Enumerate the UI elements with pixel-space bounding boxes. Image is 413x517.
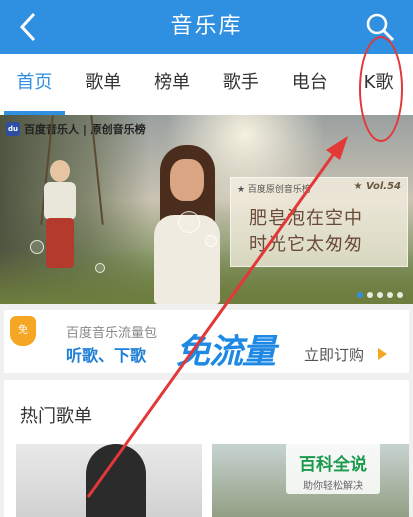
app-header: 音乐库 [0,0,413,54]
carousel-dot[interactable] [367,292,373,298]
sign-line-2: 时光它太匆匆 [249,234,363,255]
carousel-dot[interactable] [387,292,393,298]
order-now-link[interactable]: 立即订购 [304,344,364,365]
money-bag-icon: 免 [10,316,36,346]
sign-volume: ★ Vol.54 [353,181,401,192]
bubble [178,211,200,233]
brand-badge-icon: du [6,122,20,136]
carousel-indicator [357,292,403,298]
watermark-title: 百科全说 [299,455,367,475]
promo-text: 听歌、下歌 [66,346,147,365]
brand-logo: du 百度音乐人 | 原创音乐榜 [6,121,146,137]
promo-subtitle: 百度音乐流量包 [66,326,158,341]
bubble [95,263,105,273]
page-title: 音乐库 [170,14,243,39]
play-arrow-icon [378,348,387,360]
banner-sign: ★ 百度原创音乐榜 ★ Vol.54 肥皂泡在空中 时光它太匆匆 [230,177,408,267]
tab-karaoke[interactable]: K歌 [344,54,413,115]
search-button[interactable] [359,6,401,48]
tab-charts[interactable]: 榜单 [138,54,207,115]
bubble [30,240,44,254]
watermark-badge: 百科全说 助你轻松解决 [286,442,380,494]
sign-line-1: 肥皂泡在空中 [249,208,363,229]
promo-headline: 免流量 [176,332,276,372]
watermark-subtitle: 助你轻松解决 [303,481,363,492]
bubble [205,235,217,247]
boy-body [44,182,76,220]
playlist-card[interactable] [16,444,202,517]
boy-head [50,160,70,182]
tab-artists[interactable]: 歌手 [206,54,275,115]
boy-legs [46,218,74,268]
section-title: 热门歌单 [20,406,92,427]
category-tabs: 首页 歌单 榜单 歌手 电台 K歌 [0,54,413,115]
girl-face [170,159,204,201]
search-icon [366,13,395,42]
banner-carousel[interactable]: du 百度音乐人 | 原创音乐榜 ★ 百度原创音乐榜 ★ Vol.54 肥皂泡在… [0,115,413,304]
brand-label: 百度音乐人 | 原创音乐榜 [24,123,146,136]
carousel-dot[interactable] [397,292,403,298]
data-plan-promo[interactable]: 免 百度音乐流量包 听歌、下歌 免流量 立即订购 [4,310,409,373]
carousel-dot[interactable] [377,292,383,298]
banner-boy [38,160,84,270]
tab-playlists[interactable]: 歌单 [69,54,138,115]
playlist-cover-figure [86,444,146,517]
carousel-dot[interactable] [357,292,363,298]
tab-radio[interactable]: 电台 [275,54,344,115]
sign-subtitle: ★ 百度原创音乐榜 [237,185,311,195]
tab-home[interactable]: 首页 [0,54,69,115]
